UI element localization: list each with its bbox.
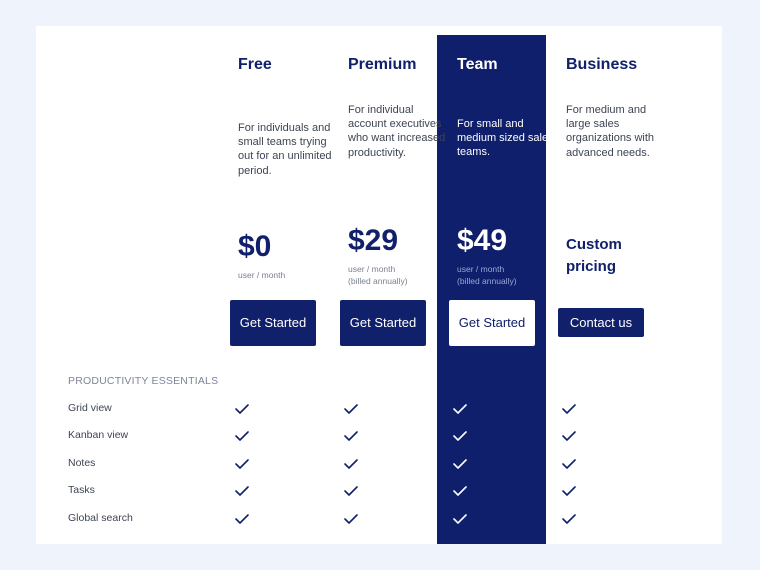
checkmark-icon xyxy=(453,486,467,496)
feature-label: Notes xyxy=(68,457,96,469)
checkmark-icon xyxy=(562,514,576,524)
checkmark-icon xyxy=(453,514,467,524)
checkmark-icon xyxy=(453,431,467,441)
plan-name: Team xyxy=(457,56,498,73)
plan-price-custom: Custom pricing xyxy=(566,236,622,275)
plan-price: $29 xyxy=(348,224,399,257)
checkmark-icon xyxy=(235,514,249,524)
price-note: user / month xyxy=(348,264,396,274)
get-started-button[interactable]: Get Started xyxy=(340,300,426,346)
checkmark-icon xyxy=(235,431,249,441)
feature-label: Kanban view xyxy=(68,429,129,441)
plan-price: $49 xyxy=(457,224,508,257)
plan-name: Free xyxy=(238,56,272,73)
checkmark-icon xyxy=(344,431,358,441)
plan-description: For medium and large sales organizations… xyxy=(566,104,655,159)
checkmark-icon xyxy=(562,486,576,496)
checkmark-icon xyxy=(235,486,249,496)
plan-description: For individuals and small teams trying o… xyxy=(238,122,332,177)
price-note-billing: (billed annually) xyxy=(457,276,517,286)
section-title: PRODUCTIVITY ESSENTIALS xyxy=(68,375,219,387)
checkmark-icon xyxy=(344,404,358,414)
get-started-button[interactable]: Get Started xyxy=(230,300,316,346)
checkmark-icon xyxy=(344,514,358,524)
checkmark-icon xyxy=(562,459,576,469)
plan-price: $0 xyxy=(238,230,272,263)
checkmark-icon xyxy=(453,404,467,414)
get-started-button[interactable]: Get Started xyxy=(449,300,535,346)
plan-description: For small and medium sized sales teams. xyxy=(457,118,554,159)
checkmark-icon xyxy=(235,459,249,469)
plan-name: Premium xyxy=(348,56,417,73)
pricing-card: Free For individuals and small teams try… xyxy=(36,26,722,544)
checkmark-icon xyxy=(344,486,358,496)
checkmark-icon xyxy=(562,431,576,441)
price-note: user / month xyxy=(457,264,505,274)
price-note-billing: (billed annually) xyxy=(348,276,408,286)
feature-label: Global search xyxy=(68,512,133,524)
checkmark-icon xyxy=(344,459,358,469)
feature-label: Grid view xyxy=(68,402,112,414)
checkmark-icon xyxy=(453,459,467,469)
feature-label: Tasks xyxy=(68,484,95,496)
contact-us-button[interactable]: Contact us xyxy=(558,308,644,337)
checkmark-icon xyxy=(235,404,249,414)
checkmark-icon xyxy=(562,404,576,414)
plan-name: Business xyxy=(566,56,638,73)
price-note: user / month xyxy=(238,270,286,280)
plan-description: For individual account executives who wa… xyxy=(348,104,446,159)
